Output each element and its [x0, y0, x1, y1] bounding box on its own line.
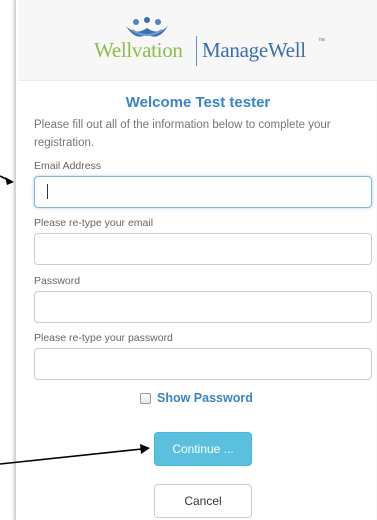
- arrow-icon: [0, 444, 150, 465]
- arrow-icon: [0, 175, 14, 185]
- annotation-arrows: [0, 175, 150, 465]
